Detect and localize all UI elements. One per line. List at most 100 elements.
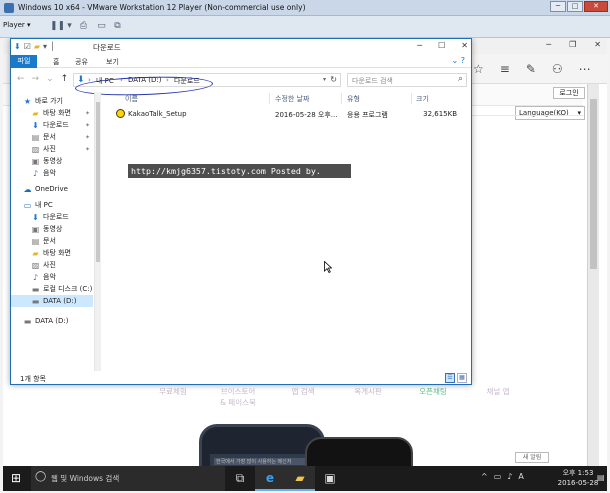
send-ctrl-alt-del-icon[interactable]: ⎙ <box>78 21 89 32</box>
sidebar-item[interactable]: ▰ 바탕 화면 <box>11 247 93 259</box>
recent-locations-icon[interactable]: ⌄ <box>46 74 54 84</box>
tab-share[interactable]: 공유 <box>75 57 88 67</box>
column-divider[interactable] <box>411 93 412 104</box>
column-header-name[interactable]: 이름 <box>125 94 138 104</box>
column-header-type[interactable]: 유형 <box>347 94 360 104</box>
page-nav-item[interactable]: 앱 검색 <box>283 386 323 408</box>
windows-start-icon[interactable]: ⊞ <box>11 472 21 484</box>
explorer-maximize-button[interactable]: ☐ <box>438 41 445 50</box>
action-center-icon[interactable]: ▤ <box>597 473 605 482</box>
sidebar-item[interactable]: ♪ 음악 <box>11 167 93 179</box>
navigation-pane-scrollbar-thumb[interactable] <box>96 102 100 262</box>
edge-close-button[interactable]: ✕ <box>594 40 601 49</box>
pause-icon[interactable]: ❚❚ <box>50 21 65 32</box>
taskbar-clock[interactable]: 오후 1:53 2016-05-28 <box>555 468 601 488</box>
tab-view[interactable]: 보기 <box>106 57 119 67</box>
hub-menu-icon[interactable]: ≡ <box>500 62 510 76</box>
taskbar-search[interactable]: ◯ 웹 및 Windows 검색 <box>31 466 225 491</box>
dropdown-icon[interactable]: ▾ <box>64 21 75 32</box>
explorer-window-title: 다운로드 <box>93 43 121 52</box>
help-icon[interactable]: ⌄ ? <box>452 56 466 65</box>
vmware-logo-icon <box>4 3 14 13</box>
more-icon[interactable]: ⋯ <box>579 62 591 76</box>
share-icon[interactable]: ⚇ <box>552 62 563 76</box>
tab-file[interactable]: 파일 <box>11 55 37 68</box>
store-taskbar-icon[interactable]: ▣ <box>315 466 345 491</box>
page-scrollbar[interactable] <box>587 84 599 466</box>
column-divider[interactable] <box>341 93 342 104</box>
page-scrollbar-thumb[interactable] <box>590 99 597 269</box>
sidebar-item[interactable]: ★ 바로 가기 <box>11 95 93 107</box>
sidebar-item[interactable]: ▬ DATA (D:) <box>11 295 93 307</box>
column-header-size[interactable]: 크기 <box>416 94 429 104</box>
large-icons-view-icon[interactable]: ▦ <box>457 373 467 383</box>
volume-icon[interactable]: ♪ <box>507 472 512 481</box>
sidebar-item[interactable]: ▨ 사진 ✦ <box>11 143 93 155</box>
navigation-pane: ★ 바로 가기 ▰ 바탕 화면 ✦ ⬇ 다운로드 ✦ ▤ 문서 ✦ ▨ 사진 ✦ ▣ 동영상 ♪ 음악 ☁ OneDr… <box>11 92 95 371</box>
tray-overflow-icon[interactable]: ^ <box>481 472 488 481</box>
column-header-modified[interactable]: 수정한 날짜 <box>275 94 309 104</box>
sidebar-item[interactable]: ⬇ 다운로드 ✦ <box>11 119 93 131</box>
details-view-icon[interactable]: ☰ <box>445 373 455 383</box>
back-arrow-icon[interactable]: ← <box>17 74 25 84</box>
help-button[interactable]: ? <box>461 56 465 65</box>
explorer-close-button[interactable]: ✕ <box>461 41 468 50</box>
pin-icon: ✦ <box>85 133 91 141</box>
vmware-close-button[interactable]: ✕ <box>584 1 608 12</box>
forward-arrow-icon[interactable]: → <box>32 74 40 84</box>
sidebar-item-label: 사진 <box>43 145 56 153</box>
sidebar-item[interactable]: ⬇ 다운로드 <box>11 211 93 223</box>
sidebar-item[interactable]: ▤ 문서 <box>11 235 93 247</box>
page-nav-item[interactable]: 무료체험 <box>153 386 193 408</box>
sidebar-item[interactable]: ▬ DATA (D:) <box>11 315 93 327</box>
quick-access-dropdown-icon[interactable]: ▾ <box>43 42 47 52</box>
tab-home[interactable]: 홈 <box>53 57 59 67</box>
up-arrow-icon[interactable]: ↑ <box>61 74 69 84</box>
ime-indicator[interactable]: A <box>518 472 523 481</box>
microphone-icon[interactable]: ◯ <box>35 471 46 482</box>
network-icon[interactable]: ▭ <box>494 472 502 481</box>
sidebar-item[interactable]: ▤ 문서 ✦ <box>11 131 93 143</box>
page-nav-item[interactable]: 채널 앱 <box>478 386 518 408</box>
navigation-pane-scrollbar[interactable] <box>95 92 101 371</box>
file-explorer-taskbar-icon[interactable]: ▰ <box>285 466 315 491</box>
sidebar-item[interactable]: ▬ 로컬 디스크 (C:) <box>11 283 93 295</box>
favorite-star-icon[interactable]: ☆ <box>473 62 484 76</box>
vmware-maximize-button[interactable]: □ <box>567 1 583 12</box>
sidebar-item[interactable]: ▨ 사진 <box>11 259 93 271</box>
explorer-minimize-button[interactable]: ─ <box>417 41 422 50</box>
search-input[interactable]: 다운로드 검색 ⌕ <box>347 73 467 87</box>
sidebar-item[interactable]: ▣ 동영상 <box>11 155 93 167</box>
sidebar-item[interactable]: ▣ 동영상 <box>11 223 93 235</box>
sidebar-item[interactable]: ♪ 음악 <box>11 271 93 283</box>
sidebar-item[interactable]: ▰ 바탕 화면 ✦ <box>11 107 93 119</box>
web-note-icon[interactable]: ✎ <box>526 62 536 76</box>
edge-restore-button[interactable]: ❐ <box>569 40 576 49</box>
properties-icon[interactable]: ☑ <box>24 42 31 52</box>
download-icon: ⬇ <box>32 212 39 222</box>
edge-taskbar-icon[interactable]: e <box>255 466 285 491</box>
new-folder-icon[interactable]: ▰ <box>34 42 40 52</box>
language-select[interactable]: Language(KO) <box>515 106 585 120</box>
login-button[interactable]: 로그인 <box>553 87 585 99</box>
refresh-icon[interactable]: ↻ <box>330 75 337 84</box>
edge-minimize-button[interactable]: ─ <box>546 40 551 49</box>
sidebar-item[interactable]: ▭ 내 PC <box>11 199 93 211</box>
fit-window-icon[interactable]: ▭ <box>96 21 107 32</box>
kakaotalk-app-icon <box>116 109 125 118</box>
address-dropdown-icon[interactable]: ▾ <box>323 76 326 83</box>
page-nav-item[interactable]: 옥게시판 <box>348 386 388 408</box>
task-view-icon[interactable]: ⧉ <box>225 466 255 491</box>
ribbon-expand-icon[interactable]: ⌄ <box>452 56 459 65</box>
pc-icon: ▭ <box>23 200 32 210</box>
unity-icon[interactable]: ⧉ <box>112 21 123 32</box>
vmware-minimize-button[interactable]: ─ <box>550 1 566 12</box>
page-nav-item[interactable]: 브이스토어 & 페이스북 <box>218 386 258 408</box>
notification-label[interactable]: 새 알림 <box>515 452 549 463</box>
column-divider[interactable] <box>269 93 270 104</box>
page-nav-item-active[interactable]: 오픈채팅 <box>413 386 453 408</box>
table-row[interactable]: KakaoTalk_Setup 2016-05-28 오후... 응용 프로그램… <box>103 108 471 121</box>
sidebar-item[interactable]: ☁ OneDrive <box>11 183 93 195</box>
clock-date: 2016-05-28 <box>557 479 599 487</box>
player-menu[interactable]: Player ▾ <box>3 21 31 29</box>
